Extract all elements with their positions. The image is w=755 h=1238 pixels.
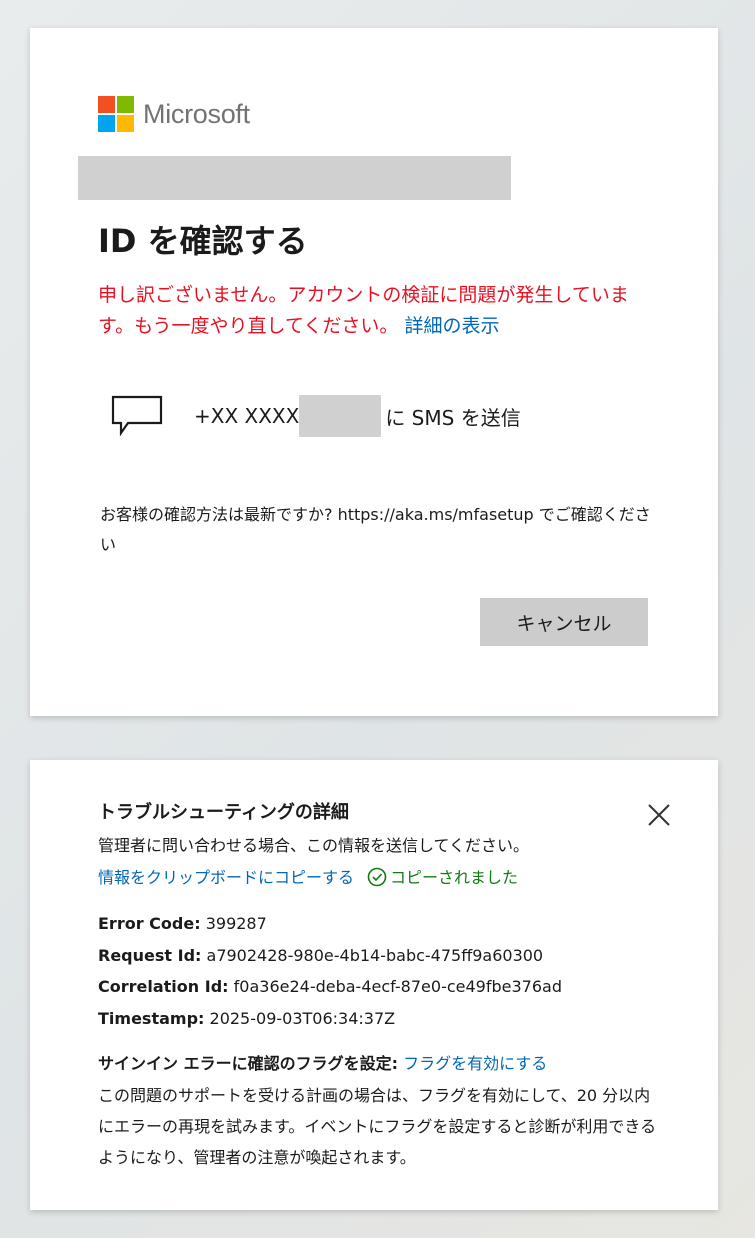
detail-key: Request Id: xyxy=(98,945,202,965)
troubleshooting-title: トラブルシューティングの詳細 xyxy=(98,802,349,823)
flag-row: サインイン エラーに確認のフラグを設定: フラグを有効にする xyxy=(98,1050,547,1074)
enable-flag-link[interactable]: フラグを有効にする xyxy=(403,1054,547,1073)
detail-row: Correlation Id: f0a36e24-deba-4ecf-87e0-… xyxy=(98,971,562,1003)
sms-option-label: +XX XXXX に SMS を送信 xyxy=(194,395,521,437)
chat-message-icon xyxy=(111,395,163,437)
error-details: Error Code: 399287 Request Id: a7902428-… xyxy=(98,908,562,1034)
redacted-account-bar xyxy=(78,156,511,200)
detail-key: Correlation Id: xyxy=(98,977,229,996)
close-icon[interactable] xyxy=(646,802,672,828)
show-details-link[interactable]: 詳細の表示 xyxy=(404,315,499,337)
microsoft-logo-text: Microsoft xyxy=(143,98,250,129)
verify-card: Microsoft ID を確認する 申し訳ございません。アカウントの検証に問題… xyxy=(30,28,718,716)
detail-row: Request Id: a7902428-980e-4b14-babc-475f… xyxy=(98,940,562,972)
troubleshooting-card: トラブルシューティングの詳細 管理者に問い合わせる場合、この情報を送信してくださ… xyxy=(30,760,718,1210)
detail-value: f0a36e24-deba-4ecf-87e0-ce49fbe376ad xyxy=(233,977,562,996)
detail-value: 2025-09-03T06:34:37Z xyxy=(209,1008,396,1028)
sms-send-text: に SMS を送信 xyxy=(385,405,521,430)
error-message: 申し訳ございません。アカウントの検証に問題が発生しています。もう一度やり直してく… xyxy=(98,280,658,342)
detail-value: 399287 xyxy=(205,914,267,933)
copy-row: 情報をクリップボードにコピーする コピーされました xyxy=(98,864,518,888)
detail-key: Timestamp: xyxy=(98,1008,205,1028)
detail-row: Timestamp: 2025-09-03T06:34:37Z xyxy=(98,1003,562,1035)
flag-description: この問題のサポートを受ける計画の場合は、フラグを有効にして、20 分以内にエラー… xyxy=(98,1086,657,1167)
copied-status: コピーされました xyxy=(390,868,519,887)
error-message-text: 申し訳ございません。アカウントの検証に問題が発生しています。もう一度やり直してく… xyxy=(98,284,629,337)
mfa-setup-hint: お客様の確認方法は最新ですか? https://aka.ms/mfasetup … xyxy=(100,505,651,554)
redacted-phone-number xyxy=(299,395,382,437)
detail-key: Error Code: xyxy=(98,914,201,933)
detail-row: Error Code: 399287 xyxy=(98,908,562,940)
check-circle-icon xyxy=(367,867,387,887)
sms-phone-prefix: +XX XXXX xyxy=(194,404,300,428)
cancel-button[interactable]: キャンセル xyxy=(480,598,648,646)
sms-option[interactable]: +XX XXXX に SMS を送信 xyxy=(110,394,521,438)
flag-label: サインイン エラーに確認のフラグを設定: xyxy=(98,1054,398,1073)
page-title: ID を確認する xyxy=(98,222,308,260)
detail-value: a7902428-980e-4b14-babc-475ff9a60300 xyxy=(206,945,544,965)
troubleshooting-description: 管理者に問い合わせる場合、この情報を送信してください。 xyxy=(98,836,530,855)
microsoft-logo: Microsoft xyxy=(98,96,250,132)
microsoft-logo-icon xyxy=(98,96,134,132)
copy-to-clipboard-link[interactable]: 情報をクリップボードにコピーする xyxy=(98,864,354,888)
